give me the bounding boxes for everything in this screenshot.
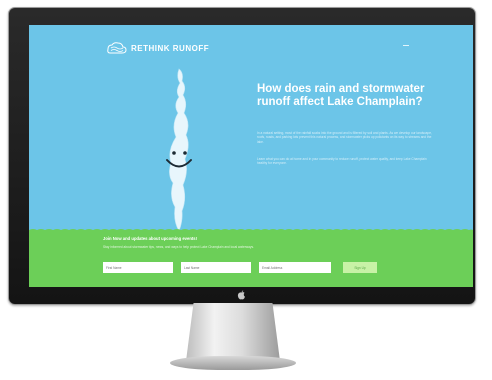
logo-cloud-icon bbox=[105, 41, 127, 55]
signup-section bbox=[29, 231, 473, 287]
lake-champlain-illustration bbox=[149, 65, 209, 235]
menu-icon[interactable] bbox=[403, 45, 409, 46]
sign-up-button[interactable]: Sign Up bbox=[343, 262, 377, 273]
hero-paragraph-2: Learn what you can do at home and in you… bbox=[257, 157, 427, 166]
site-logo[interactable]: RETHINK RUNOFF bbox=[105, 41, 209, 55]
monitor-stand bbox=[186, 303, 280, 361]
email-field[interactable] bbox=[259, 262, 331, 273]
hero-paragraph-1: In a natural setting, most of the rainfa… bbox=[257, 131, 432, 144]
signup-subtitle: Stay informed about stormwater tips, new… bbox=[103, 245, 254, 249]
website-screen: RETHINK RUNOFF How does rain and stormwa… bbox=[29, 25, 473, 287]
monitor-stand-base bbox=[170, 356, 296, 370]
hero-title: How does rain and stormwater runoff affe… bbox=[257, 83, 425, 108]
last-name-field[interactable] bbox=[181, 262, 251, 273]
apple-logo-icon bbox=[236, 290, 246, 300]
signup-title: Join Now and updates about upcoming even… bbox=[103, 236, 197, 241]
logo-text: RETHINK RUNOFF bbox=[131, 43, 210, 53]
first-name-field[interactable] bbox=[103, 262, 173, 273]
monitor-bezel: RETHINK RUNOFF How does rain and stormwa… bbox=[8, 7, 476, 305]
